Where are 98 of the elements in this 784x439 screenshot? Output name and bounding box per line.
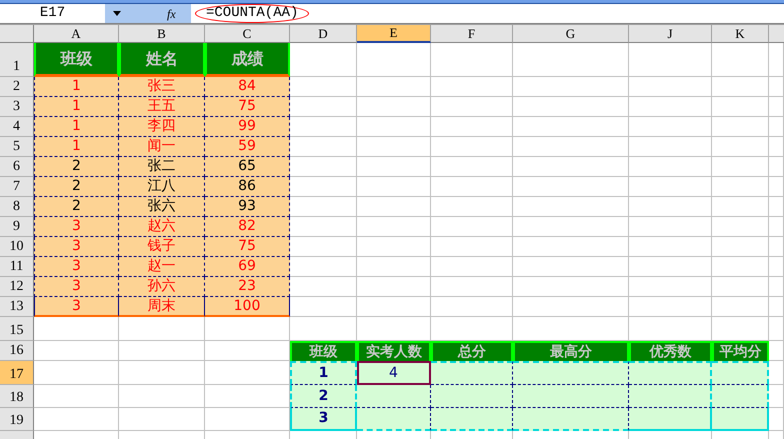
table-cell[interactable]: 张二 — [119, 157, 205, 177]
table-cell[interactable]: 张六 — [119, 197, 205, 217]
table-cell[interactable]: 93 — [205, 197, 290, 217]
cell-text: 周末 — [148, 296, 176, 316]
row-header[interactable]: 3 — [0, 97, 34, 117]
cell-text: 1 — [72, 117, 81, 136]
column-header[interactable]: G — [513, 25, 629, 43]
table-header-cell: 平均分 — [712, 341, 769, 361]
cell-text: 李四 — [148, 117, 176, 136]
table-cell[interactable]: 65 — [205, 157, 290, 177]
column-header[interactable]: C — [205, 25, 290, 43]
table-cell[interactable] — [357, 385, 431, 408]
cell-text: 75 — [238, 237, 256, 256]
cell-text: 84 — [238, 77, 256, 96]
table-cell[interactable]: 86 — [205, 177, 290, 197]
cell-text: 3 — [72, 277, 81, 296]
table-cell[interactable] — [513, 408, 629, 431]
cell-text: 王五 — [148, 97, 176, 116]
table-header-cell: 最高分 — [513, 341, 629, 361]
row-header[interactable]: 16 — [0, 341, 34, 361]
name-box-dropdown[interactable] — [105, 4, 167, 23]
table-cell[interactable]: 江八 — [119, 177, 205, 197]
cell-text: 75 — [238, 97, 256, 116]
cell-text: 张六 — [148, 197, 176, 216]
cell-text: 3 — [72, 296, 81, 316]
cell-text: 张二 — [148, 157, 176, 176]
table-cell[interactable] — [513, 385, 629, 408]
cell-text: 3 — [72, 237, 81, 256]
row-header[interactable]: 8 — [0, 197, 34, 217]
row-header[interactable]: 6 — [0, 157, 34, 177]
cell-text: 孙六 — [148, 277, 176, 296]
cell-text: 张三 — [148, 77, 176, 96]
column-header[interactable]: K — [712, 25, 769, 43]
select-all-corner[interactable] — [0, 25, 34, 43]
cell-text: 1 — [72, 137, 81, 156]
table-cell[interactable]: 2 — [34, 197, 119, 217]
row-header[interactable]: 1 — [0, 43, 34, 77]
cell-text: 2 — [72, 197, 81, 216]
cell-text: 82 — [238, 217, 256, 236]
cell-text: 钱子 — [148, 237, 176, 256]
cell-text: 1 — [72, 77, 81, 96]
table-cell[interactable]: 2 — [34, 157, 119, 177]
table-cell[interactable]: 1 — [290, 361, 357, 385]
cell-text: 赵六 — [148, 217, 176, 236]
column-header[interactable]: B — [119, 25, 205, 43]
cell-text: 闻一 — [148, 137, 176, 156]
table-cell[interactable]: 2 — [34, 177, 119, 197]
cell-text: 3 — [72, 217, 81, 236]
column-header[interactable] — [769, 25, 784, 43]
column-header[interactable]: J — [629, 25, 712, 43]
cell-text: 23 — [238, 277, 256, 296]
cell-text: 100 — [234, 296, 260, 316]
table-header-cell: 实考人数 — [357, 341, 431, 361]
table-header-cell: 总分 — [431, 341, 513, 361]
row-header[interactable]: 18 — [0, 385, 34, 408]
fx-button[interactable]: fx — [167, 4, 191, 23]
caret-icon — [113, 11, 121, 16]
cell-text: 65 — [238, 157, 256, 176]
column-header[interactable]: A — [34, 25, 119, 43]
table-header-cell: 班级 — [34, 43, 119, 77]
cell-text: 1 — [72, 97, 81, 116]
formula-text[interactable]: =COUNTA(AA) — [206, 3, 298, 24]
column-header[interactable]: F — [431, 25, 513, 43]
row-header[interactable]: 11 — [0, 257, 34, 277]
row-header[interactable]: 7 — [0, 177, 34, 197]
row-header[interactable]: 2 — [0, 77, 34, 97]
cell-text: 59 — [238, 137, 256, 156]
cell-text: 赵一 — [148, 257, 176, 276]
row-header[interactable]: 9 — [0, 217, 34, 237]
cell-text: 86 — [238, 177, 256, 196]
cell-text: 99 — [238, 117, 256, 136]
table-header-cell: 班级 — [290, 341, 357, 361]
table-header-cell: 成绩 — [205, 43, 290, 77]
table-cell[interactable]: 2 — [290, 385, 357, 408]
cell-text: 2 — [72, 157, 81, 176]
table-cell[interactable] — [431, 385, 513, 408]
cell-text: 93 — [238, 197, 256, 216]
row-header[interactable]: 17 — [0, 361, 34, 385]
row-header[interactable]: 13 — [0, 297, 34, 317]
active-cell[interactable]: 4 — [357, 361, 431, 385]
row-header[interactable]: 15 — [0, 317, 34, 341]
column-header[interactable]: E — [357, 25, 431, 43]
cell-text: 3 — [72, 257, 81, 276]
row-header[interactable] — [0, 431, 34, 439]
row-header[interactable]: 5 — [0, 137, 34, 157]
table-cell[interactable] — [357, 408, 431, 431]
column-header[interactable]: D — [290, 25, 357, 43]
table-header-cell: 姓名 — [119, 43, 205, 77]
cell-text: 江八 — [148, 177, 176, 196]
table-cell[interactable]: 3 — [290, 408, 357, 431]
row-header[interactable]: 12 — [0, 277, 34, 297]
table-cell[interactable] — [431, 408, 513, 431]
row-header[interactable]: 19 — [0, 408, 34, 431]
table-header-cell: 优秀数 — [629, 341, 712, 361]
cell-text: 2 — [72, 177, 81, 196]
cell-text: 69 — [238, 257, 256, 276]
row-header[interactable]: 4 — [0, 117, 34, 137]
row-header[interactable]: 10 — [0, 237, 34, 257]
